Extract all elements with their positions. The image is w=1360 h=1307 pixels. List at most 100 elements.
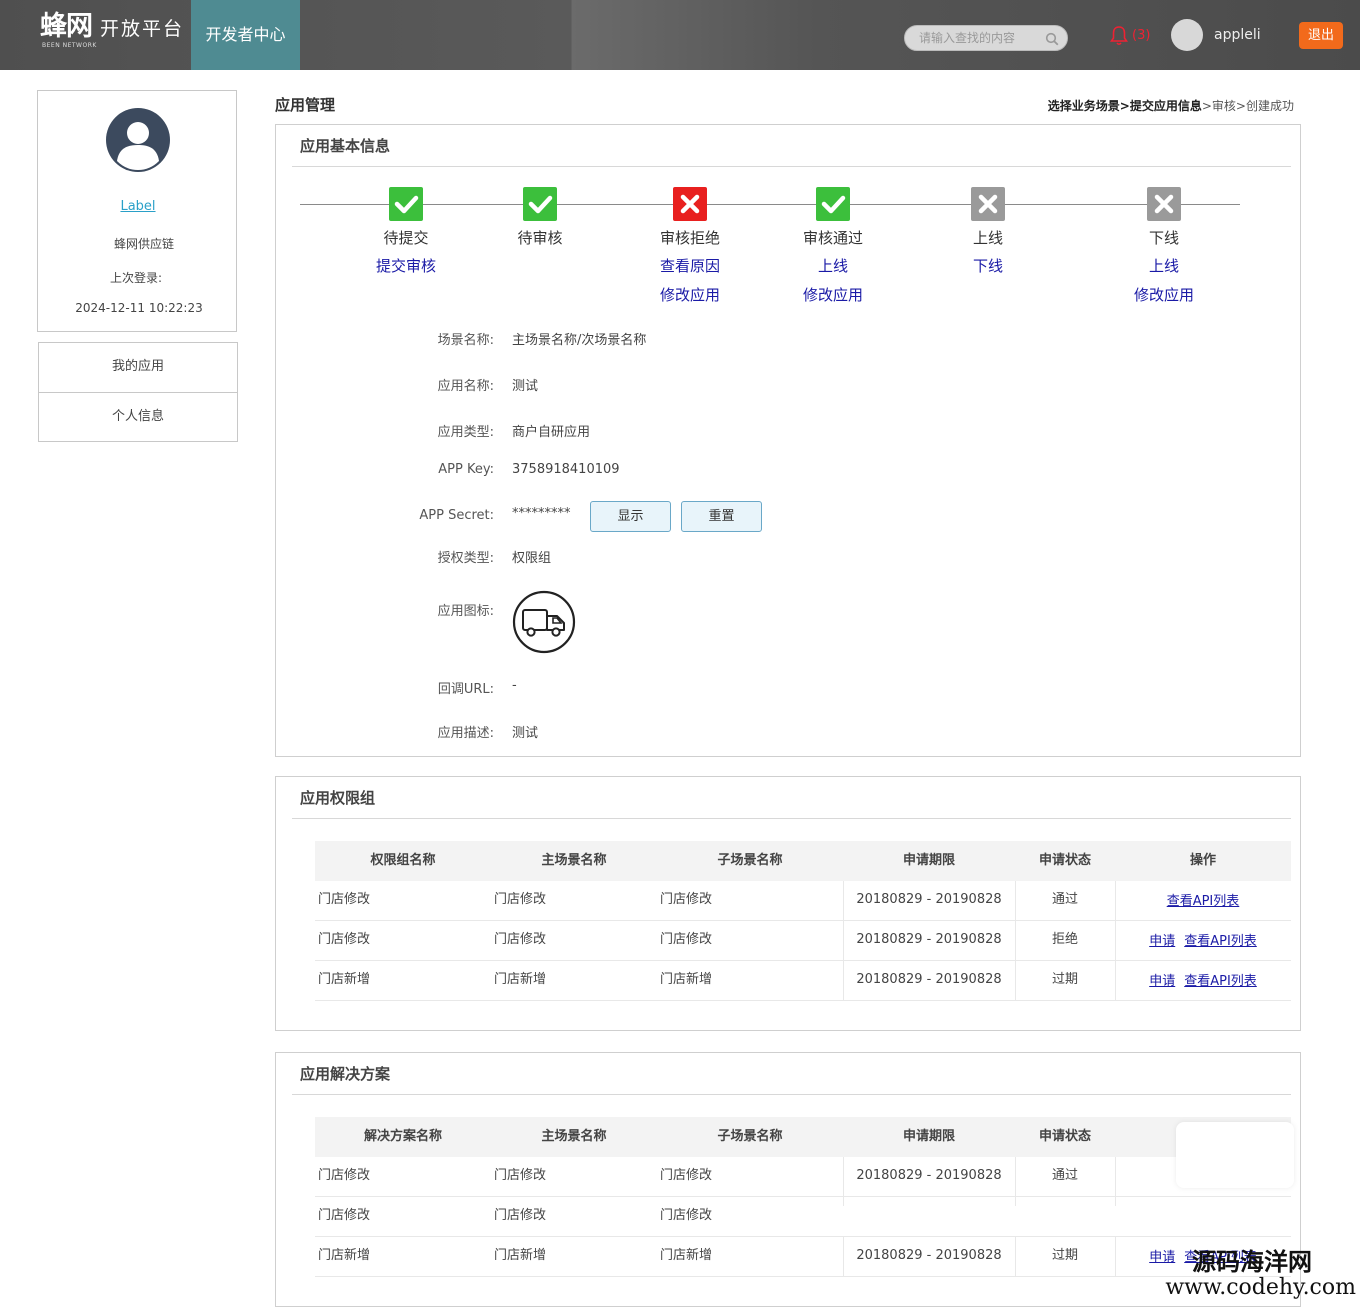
- profile-name-link[interactable]: Label: [38, 199, 238, 214]
- search-input[interactable]: [919, 29, 1039, 47]
- status-step: 下线 上线 修改应用: [1099, 187, 1229, 305]
- field-label: APP Secret:: [419, 508, 494, 523]
- permission-group-table: 权限组名称 主场景名称 子场景名称 申请期限 申请状态 操作 门店修改 门店修改 门店修改 201…: [315, 841, 1291, 1001]
- field-label: 应用图标:: [437, 604, 494, 619]
- watermark: 源码海洋网 www.codehy.com: [1165, 1249, 1356, 1301]
- cell-divider: [1015, 1157, 1016, 1197]
- username[interactable]: appleli: [1214, 27, 1261, 43]
- step-action-link[interactable]: 提交审核: [341, 257, 471, 276]
- overlay-cover: [840, 1206, 1290, 1236]
- cell-divider: [1015, 881, 1016, 921]
- breadcrumb: 选择业务场景>提交应用信息>审核>创建成功: [1048, 97, 1294, 114]
- step-label: 审核通过: [802, 229, 863, 247]
- table-cell-name: 门店修改: [318, 932, 371, 947]
- bell-icon[interactable]: [1109, 25, 1129, 47]
- breadcrumb-sep: >: [1119, 99, 1130, 113]
- table-cell-period: 20180829 - 20190828: [856, 1248, 1002, 1263]
- table-cell-main: 门店修改: [494, 1168, 547, 1183]
- table-cell-sub: 门店新增: [660, 1248, 713, 1263]
- view-api-list-link[interactable]: 查看API列表: [1184, 934, 1257, 949]
- column-header: 主场景名称: [541, 1129, 607, 1144]
- column-header: 申请状态: [1038, 853, 1091, 868]
- table-header: 解决方案名称 主场景名称 子场景名称 申请期限 申请状态: [315, 1117, 1291, 1157]
- search-icon[interactable]: [1045, 32, 1059, 46]
- logo-text: 开放平台: [100, 18, 185, 40]
- step-label: 待提交: [383, 229, 429, 247]
- field-label: 应用名称:: [437, 379, 494, 394]
- table-cell-name: 门店修改: [318, 892, 371, 907]
- breadcrumb-step: 审核: [1211, 99, 1236, 113]
- step-action-link[interactable]: 上线: [768, 257, 898, 276]
- apply-link[interactable]: 申请: [1149, 974, 1175, 989]
- cell-divider: [843, 881, 844, 921]
- nav-developer-center[interactable]: 开发者中心: [191, 0, 300, 70]
- auth-type-value: 权限组: [512, 551, 552, 566]
- desc-value: 测试: [512, 726, 539, 741]
- check-icon: [389, 187, 423, 221]
- step-action-link[interactable]: 修改应用: [1099, 286, 1229, 305]
- app-key-value: 3758918410109: [512, 462, 620, 477]
- step-action-link[interactable]: 修改应用: [625, 286, 755, 305]
- view-api-list-link[interactable]: 查看API列表: [1167, 894, 1240, 909]
- table-row: 门店修改门店修改门店修改20180829 - 20190828通过查: [315, 1157, 1291, 1197]
- cell-divider: [1015, 921, 1016, 961]
- column-header: 解决方案名称: [363, 1129, 442, 1144]
- side-menu-my-apps[interactable]: 我的应用: [39, 343, 237, 392]
- column-header: 子场景名称: [717, 853, 783, 868]
- cell-divider: [1015, 961, 1016, 1001]
- brand-logo[interactable]: 蜂网 BEEN NETWORK 开放平台: [40, 12, 184, 52]
- column-header: 申请期限: [902, 853, 955, 868]
- breadcrumb-step: 创建成功: [1245, 99, 1294, 113]
- field-label: 场景名称:: [437, 333, 494, 348]
- step-action-link[interactable]: 上线: [1099, 257, 1229, 276]
- scene-value: 主场景名称/次场景名称: [512, 333, 647, 348]
- watermark-line: 源码海洋网: [1192, 1247, 1312, 1276]
- table-cell-sub: 门店修改: [660, 892, 713, 907]
- permission-group-panel: 应用权限组 权限组名称 主场景名称 子场景名称 申请期限 申请状态 操作 门店修改 门店修改门…: [275, 776, 1301, 1031]
- apply-link[interactable]: 申请: [1149, 934, 1175, 949]
- step-label: 审核拒绝: [659, 229, 720, 247]
- cell-divider: [843, 921, 844, 961]
- logo-mark: 蜂网: [40, 11, 93, 42]
- table-cell-name: 门店新增: [318, 1248, 371, 1263]
- table-cell-status: 过期: [1051, 972, 1078, 987]
- panel-title: 应用基本信息: [300, 137, 391, 155]
- cross-icon: [971, 187, 1005, 221]
- step-action-link[interactable]: 修改应用: [768, 286, 898, 305]
- table-cell-sub: 门店修改: [660, 932, 713, 947]
- breadcrumb-sep: >: [1235, 99, 1246, 113]
- logout-button[interactable]: 退出: [1299, 22, 1343, 49]
- table-cell-sub: 门店修改: [660, 1168, 713, 1183]
- step-action-link[interactable]: 查看原因: [625, 257, 755, 276]
- profile-card: Label 蜂网供应链 上次登录: 2024-12-11 10:22:23: [37, 90, 237, 332]
- status-step: 审核拒绝查看原因修改应用: [625, 187, 755, 305]
- breadcrumb-step[interactable]: 选择业务场景: [1048, 99, 1120, 113]
- table-cell-status: 过期: [1051, 1248, 1078, 1263]
- divider: [292, 818, 1291, 819]
- breadcrumb-step-current: 提交应用信息: [1129, 99, 1202, 113]
- cell-divider: [843, 961, 844, 1001]
- cross-icon: [1147, 187, 1181, 221]
- status-step: 审核通过上线修改应用: [768, 187, 898, 305]
- status-step: 上线 下线: [923, 187, 1053, 276]
- avatar[interactable]: [1171, 19, 1203, 51]
- table-cell-status: 通过: [1051, 892, 1078, 907]
- step-action-link[interactable]: 下线: [923, 257, 1053, 276]
- search-box: [904, 25, 1068, 51]
- check-icon: [816, 187, 850, 221]
- last-login-label: 上次登录:: [109, 271, 163, 285]
- side-menu-profile[interactable]: 个人信息: [39, 392, 237, 441]
- side-menu: 我的应用 个人信息: [38, 342, 238, 442]
- logo-sub: BEEN NETWORK: [42, 42, 97, 49]
- divider: [292, 166, 1291, 167]
- step-label: 待审核: [517, 229, 563, 247]
- solution-panel: 应用解决方案 解决方案名称 主场景名称 子场景名称 申请期限 申请状态 门店修改 门店修改门…: [275, 1052, 1301, 1307]
- app-name-value: 测试: [512, 379, 539, 394]
- view-api-list-link[interactable]: 查看API列表: [1184, 974, 1257, 989]
- notification-count[interactable]: (3): [1132, 28, 1150, 43]
- field-label: APP Key:: [438, 462, 494, 477]
- reset-secret-button[interactable]: 重置: [681, 501, 762, 532]
- column-header: 申请状态: [1038, 1129, 1091, 1144]
- show-secret-button[interactable]: 显示: [590, 501, 671, 532]
- panel-title: 应用解决方案: [300, 1065, 391, 1083]
